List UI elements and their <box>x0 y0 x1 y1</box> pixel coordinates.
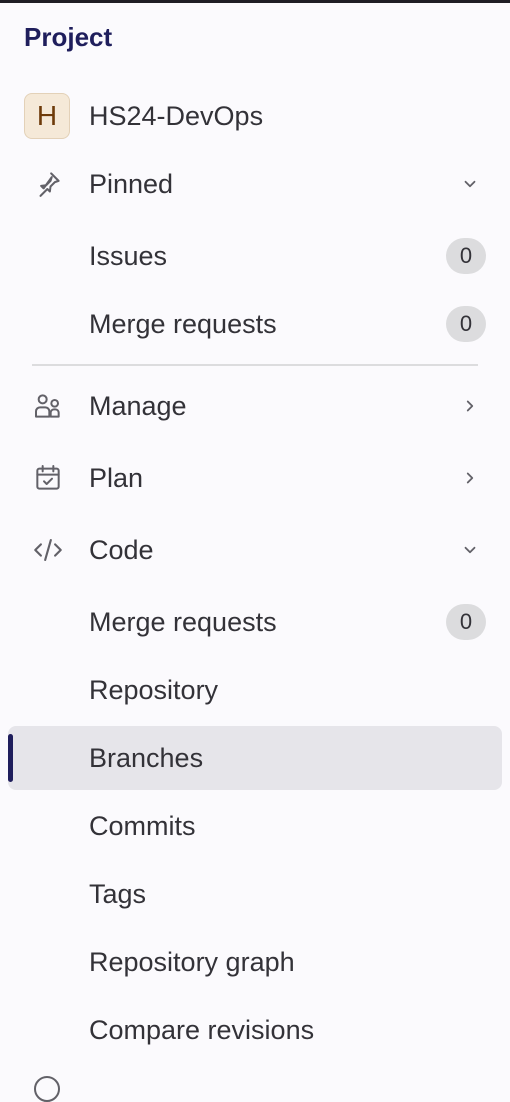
chevron-down-icon <box>460 174 480 194</box>
pinned-item-issues[interactable]: Issues 0 <box>8 224 502 288</box>
divider <box>32 364 478 366</box>
sidebar-item-manage[interactable]: Manage <box>8 374 502 438</box>
code-item-merge-requests[interactable]: Merge requests 0 <box>8 590 502 654</box>
pinned-item-label: Issues <box>89 240 168 271</box>
count-badge: 0 <box>446 238 486 274</box>
code-item-compare-revisions[interactable]: Compare revisions <box>8 998 502 1062</box>
sidebar-heading: Project <box>24 22 113 52</box>
pinned-label: Pinned <box>89 168 174 199</box>
pinned-item-merge-requests[interactable]: Merge requests 0 <box>8 292 502 356</box>
code-item-label: Commits <box>89 810 196 841</box>
project-avatar: H <box>24 93 70 139</box>
code-item-label: Branches <box>89 742 204 773</box>
chevron-right-icon <box>460 396 480 416</box>
project-name: HS24-DevOps <box>89 100 264 131</box>
project-link[interactable]: H HS24-DevOps <box>8 84 502 148</box>
code-item-repository-graph[interactable]: Repository graph <box>8 930 502 994</box>
code-item-repository[interactable]: Repository <box>8 658 502 722</box>
pinned-section-toggle[interactable]: Pinned <box>8 152 502 216</box>
code-item-branches[interactable]: Branches <box>8 726 502 790</box>
thumbtack-icon <box>30 166 66 202</box>
chevron-right-icon <box>460 468 480 488</box>
chevron-down-icon <box>460 540 480 560</box>
code-icon <box>30 532 66 568</box>
sidebar-item-plan[interactable]: Plan <box>8 446 502 510</box>
code-item-label: Compare revisions <box>89 1014 315 1045</box>
sidebar-item-label: Plan <box>89 462 144 493</box>
calendar-icon <box>30 460 66 496</box>
active-indicator <box>8 734 13 782</box>
sidebar-item-code[interactable]: Code <box>8 518 502 582</box>
code-item-label: Repository graph <box>89 946 295 977</box>
sidebar-item-label: Code <box>89 534 154 565</box>
pinned-item-label: Merge requests <box>89 308 277 339</box>
next-section-icon <box>34 1076 60 1102</box>
count-badge: 0 <box>446 306 486 342</box>
code-item-tags[interactable]: Tags <box>8 862 502 926</box>
code-item-label: Merge requests <box>89 606 277 637</box>
code-item-label: Tags <box>89 878 147 909</box>
code-item-label: Repository <box>89 674 219 705</box>
top-border <box>0 0 510 3</box>
count-badge: 0 <box>446 604 486 640</box>
code-item-commits[interactable]: Commits <box>8 794 502 858</box>
users-icon <box>30 388 66 424</box>
sidebar-item-label: Manage <box>89 390 187 421</box>
